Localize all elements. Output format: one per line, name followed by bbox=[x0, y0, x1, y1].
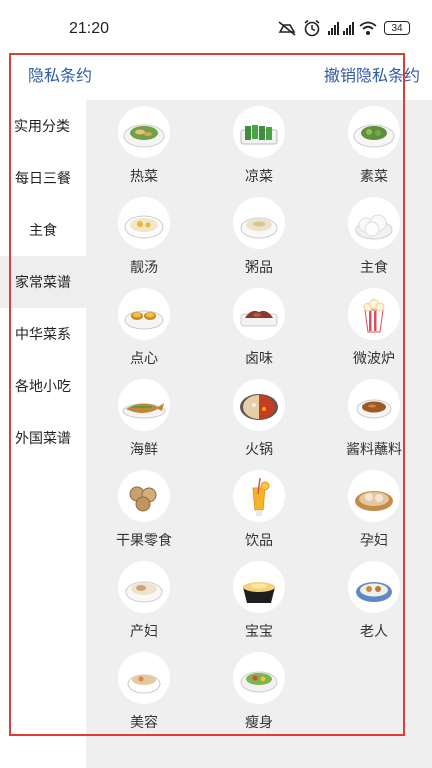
category-label: 点心 bbox=[130, 351, 158, 367]
microwave-popcorn-icon bbox=[348, 288, 400, 340]
sidebar-item-label: 外国菜谱 bbox=[15, 431, 71, 447]
category-postpartum[interactable]: 产妇 bbox=[94, 555, 194, 645]
status-time: 21:20 bbox=[69, 20, 110, 37]
signal-icon bbox=[343, 21, 354, 35]
category-soup[interactable]: 靓汤 bbox=[94, 191, 194, 281]
elderly-dish-icon bbox=[348, 561, 400, 613]
category-label: 瘦身 bbox=[245, 715, 273, 731]
signal-icon bbox=[328, 21, 339, 35]
sidebar-item-label: 实用分类 bbox=[14, 119, 70, 135]
braised-meat-icon bbox=[233, 288, 285, 340]
category-label: 素菜 bbox=[360, 169, 388, 185]
status-icons: 34 bbox=[276, 19, 410, 37]
sidebar-item-label: 每日三餐 bbox=[15, 171, 71, 187]
seafood-icon bbox=[118, 379, 170, 431]
category-staple-food[interactable]: 主食 bbox=[324, 191, 424, 281]
category-label: 火锅 bbox=[245, 442, 273, 458]
revoke-privacy-link[interactable]: 撤销隐私条约 bbox=[324, 62, 420, 86]
category-nuts-snack[interactable]: 干果零食 bbox=[94, 464, 194, 554]
category-elderly[interactable]: 老人 bbox=[324, 555, 424, 645]
category-baby-food[interactable]: 宝宝 bbox=[209, 555, 309, 645]
category-microwave[interactable]: 微波炉 bbox=[324, 282, 424, 372]
category-braised-meat[interactable]: 卤味 bbox=[209, 282, 309, 372]
sauce-icon bbox=[348, 379, 400, 431]
hotpot-icon bbox=[233, 379, 285, 431]
category-label: 孕妇 bbox=[360, 533, 388, 549]
vegetable-dish-icon bbox=[348, 106, 400, 158]
category-vegetable-dish[interactable]: 素菜 bbox=[324, 100, 424, 190]
privacy-policy-link[interactable]: 隐私条约 bbox=[28, 62, 92, 86]
sidebar-item-staple[interactable]: 主食 bbox=[0, 204, 86, 256]
category-sidebar: 实用分类 每日三餐 主食 家常菜谱 中华菜系 各地小吃 外国菜谱 bbox=[0, 100, 86, 768]
category-label: 微波炉 bbox=[353, 351, 395, 367]
postpartum-dish-icon bbox=[118, 561, 170, 613]
sidebar-item-label: 中华菜系 bbox=[15, 327, 71, 343]
category-label: 粥品 bbox=[245, 260, 273, 276]
category-label: 饮品 bbox=[245, 533, 273, 549]
category-label: 卤味 bbox=[245, 351, 273, 367]
category-drink[interactable]: 饮品 bbox=[209, 464, 309, 554]
header-bar: 隐私条约 撤销隐私条约 bbox=[0, 52, 432, 101]
category-hotpot[interactable]: 火锅 bbox=[209, 373, 309, 463]
category-dim-sum[interactable]: 点心 bbox=[94, 282, 194, 372]
category-porridge[interactable]: 粥品 bbox=[209, 191, 309, 281]
category-label: 产妇 bbox=[130, 624, 158, 640]
category-label: 凉菜 bbox=[245, 169, 273, 185]
category-hot-dish[interactable]: 热菜 bbox=[94, 100, 194, 190]
category-slimming[interactable]: 瘦身 bbox=[209, 646, 309, 736]
category-pregnancy[interactable]: 孕妇 bbox=[324, 464, 424, 554]
category-label: 靓汤 bbox=[130, 260, 158, 276]
category-label: 美容 bbox=[130, 715, 158, 731]
category-sauce[interactable]: 酱料蘸料 bbox=[324, 373, 424, 463]
hot-dish-icon bbox=[118, 106, 170, 158]
sidebar-item-daily-meals[interactable]: 每日三餐 bbox=[0, 152, 86, 204]
drink-icon bbox=[233, 470, 285, 522]
pregnancy-dish-icon bbox=[348, 470, 400, 522]
sidebar-item-label: 各地小吃 bbox=[15, 379, 71, 395]
wifi-icon bbox=[358, 19, 380, 37]
category-label: 老人 bbox=[360, 624, 388, 640]
category-label: 海鲜 bbox=[130, 442, 158, 458]
slimming-dish-icon bbox=[233, 652, 285, 704]
sidebar-item-chinese-cuisine[interactable]: 中华菜系 bbox=[0, 308, 86, 360]
baby-food-icon bbox=[233, 561, 285, 613]
beauty-dish-icon bbox=[118, 652, 170, 704]
category-label: 酱料蘸料 bbox=[346, 442, 402, 458]
porridge-icon bbox=[233, 197, 285, 249]
sidebar-item-foreign-recipes[interactable]: 外国菜谱 bbox=[0, 412, 86, 464]
dim-sum-icon bbox=[118, 288, 170, 340]
category-seafood[interactable]: 海鲜 bbox=[94, 373, 194, 463]
status-bar: 21:20 34 bbox=[0, 0, 432, 52]
alarm-icon bbox=[302, 19, 324, 37]
mute-icon bbox=[276, 19, 298, 37]
staple-food-icon bbox=[348, 197, 400, 249]
sidebar-item-label: 主食 bbox=[29, 223, 57, 239]
sidebar-item-local-snacks[interactable]: 各地小吃 bbox=[0, 360, 86, 412]
category-label: 宝宝 bbox=[245, 624, 273, 640]
nuts-snack-icon bbox=[118, 470, 170, 522]
battery-icon: 34 bbox=[384, 21, 410, 35]
sidebar-item-home-recipes[interactable]: 家常菜谱 bbox=[0, 256, 86, 308]
category-label: 热菜 bbox=[130, 169, 158, 185]
category-beauty[interactable]: 美容 bbox=[94, 646, 194, 736]
category-grid: 热菜 凉菜 素菜 靓汤 粥品 主食 点心 卤味 微波炉 海鲜 火锅 酱料蘸料 干… bbox=[86, 100, 432, 768]
category-label: 主食 bbox=[360, 260, 388, 276]
category-label: 干果零食 bbox=[116, 533, 172, 549]
sidebar-item-label: 家常菜谱 bbox=[15, 275, 71, 291]
sidebar-item-practical[interactable]: 实用分类 bbox=[0, 100, 86, 152]
cold-dish-icon bbox=[233, 106, 285, 158]
soup-icon bbox=[118, 197, 170, 249]
category-cold-dish[interactable]: 凉菜 bbox=[209, 100, 309, 190]
